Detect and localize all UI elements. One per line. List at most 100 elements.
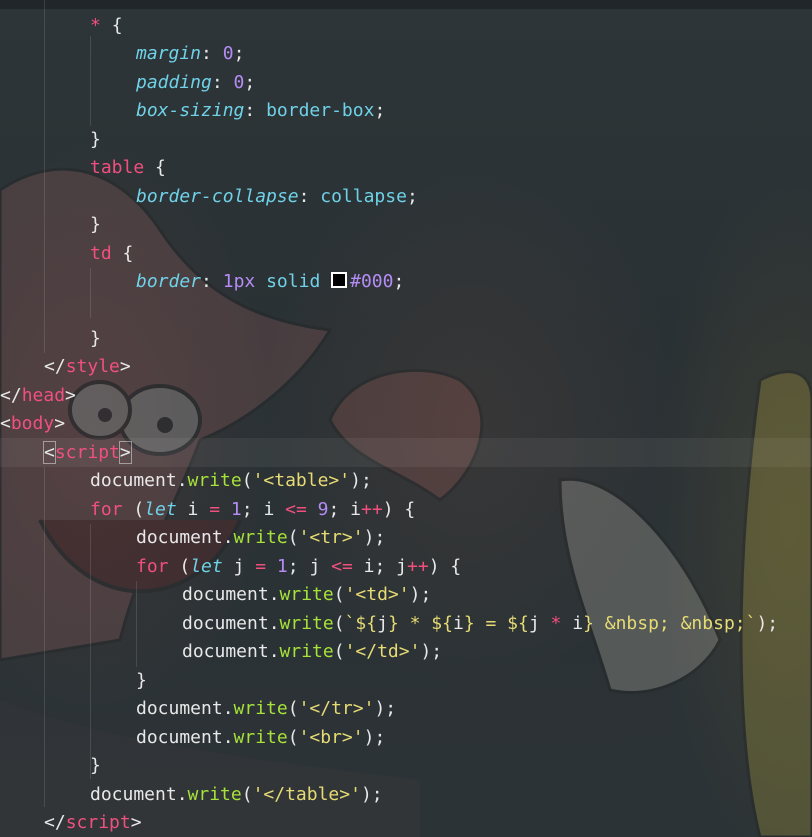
paren: ( (287, 727, 299, 748)
color-swatch-icon[interactable] (331, 272, 348, 288)
js-keyword-let: let (190, 556, 223, 577)
paren: ( (333, 584, 345, 605)
paren: ); (756, 613, 779, 634)
js-string: '</table>' (252, 784, 361, 805)
js-string: '<td>' (344, 584, 410, 605)
tag-open: </ (44, 356, 66, 377)
css-selector: table (90, 157, 145, 178)
text (307, 499, 318, 520)
tag-name: style (65, 356, 120, 377)
css-property: padding (136, 72, 212, 93)
code-line-24[interactable]: } (136, 667, 147, 695)
template-string: } &nbsp; &nbsp;` (583, 613, 757, 634)
css-selector: td (90, 243, 112, 264)
brace: } (90, 214, 101, 235)
brace: { (111, 15, 123, 36)
text: ; j (287, 556, 332, 577)
code-line-14[interactable]: </head> (0, 382, 76, 410)
dot: . (176, 470, 188, 491)
js-keyword: for (136, 556, 169, 577)
js-operator: ++ (361, 499, 383, 520)
js-function: write (233, 527, 288, 548)
paren: ); (350, 470, 372, 491)
js-string: '<tr>' (298, 527, 364, 548)
code-line-12[interactable]: } (90, 325, 101, 353)
js-object: document (182, 641, 269, 662)
code-line-28[interactable]: document.write('</table>'); (90, 781, 383, 809)
js-object: document (90, 470, 177, 491)
indent-guide (90, 268, 91, 318)
text: ; i (328, 499, 362, 520)
text: ( (168, 556, 191, 577)
code-line-3[interactable]: padding: 0; (136, 69, 255, 97)
js-string: '<table>' (252, 470, 351, 491)
js-function: write (279, 584, 334, 605)
code-line-19[interactable]: document.write('<tr>'); (136, 524, 385, 552)
code-line-27[interactable]: } (90, 752, 101, 780)
text: i; j (352, 556, 407, 577)
code-line-15[interactable]: <body> (0, 410, 65, 438)
text (266, 556, 277, 577)
brace: } (90, 755, 101, 776)
js-number: 9 (317, 499, 329, 520)
code-line-1[interactable]: * { (90, 12, 123, 40)
code-line-5[interactable]: } (90, 126, 101, 154)
template-expr: i (561, 613, 584, 634)
code-line-16[interactable]: <script> (43, 439, 132, 467)
code-line-7[interactable]: border-collapse: collapse; (136, 183, 418, 211)
paren: ( (287, 527, 299, 548)
text: i (176, 499, 210, 520)
template-expr: i (452, 613, 464, 634)
js-function: write (279, 641, 334, 662)
code-line-26[interactable]: document.write('<br>'); (136, 724, 385, 752)
brace: { (155, 157, 166, 178)
code-line-25[interactable]: document.write('</tr>'); (136, 695, 396, 723)
template-string: `${ (344, 613, 378, 634)
tag-open: < (43, 441, 56, 464)
semicolon: ; (393, 271, 405, 292)
js-keyword-let: let (144, 499, 177, 520)
tag-close: > (119, 356, 131, 377)
css-value: collapse (320, 186, 407, 207)
code-line-17[interactable]: document.write('<table>'); (90, 467, 372, 495)
indent-guide (44, 467, 45, 807)
dot: . (222, 698, 234, 719)
code-line-22[interactable]: document.write(`${j} * ${i} = ${j * i} &… (182, 610, 778, 638)
dot: . (176, 784, 188, 805)
colon: : (201, 43, 223, 64)
code-line-18[interactable]: for (let i = 1; i <= 9; i++) { (90, 496, 415, 524)
code-line-23[interactable]: document.write('</td>'); (182, 638, 442, 666)
css-number: 0 (222, 43, 234, 64)
js-keyword: for (90, 499, 123, 520)
tag-name: head (21, 385, 66, 406)
css-number: 0 (233, 72, 245, 93)
paren: ( (333, 613, 345, 634)
text: ( (122, 499, 145, 520)
template-string: } * ${ (387, 613, 453, 634)
js-number: 1 (276, 556, 288, 577)
code-line-9[interactable]: td { (90, 240, 133, 268)
code-line-2[interactable]: margin: 0; (136, 40, 244, 68)
code-editor[interactable]: * { margin: 0; padding: 0; box-sizing: b… (0, 0, 812, 837)
code-line-20[interactable]: for (let j = 1; j <= i; j++) { (136, 553, 461, 581)
code-line-21[interactable]: document.write('<td>'); (182, 581, 431, 609)
text (220, 499, 231, 520)
paren: ( (241, 470, 253, 491)
js-operator: <= (331, 556, 353, 577)
css-property: border (136, 271, 202, 292)
code-line-8[interactable]: } (90, 211, 101, 239)
css-value: border-box (266, 100, 375, 121)
js-object: document (136, 527, 223, 548)
tag-open: < (0, 413, 11, 434)
js-object: document (136, 727, 223, 748)
paren: ); (363, 727, 386, 748)
brace: { (122, 243, 134, 264)
code-line-6[interactable]: table { (90, 154, 166, 182)
text: j (222, 556, 256, 577)
indent-guide (90, 524, 91, 779)
code-line-4[interactable]: box-sizing: border-box; (136, 97, 385, 125)
code-line-29[interactable]: </script> (44, 809, 142, 837)
tag-close: > (54, 413, 66, 434)
code-line-13[interactable]: </style> (44, 353, 131, 381)
code-line-10[interactable]: border: 1px solid #000; (136, 268, 404, 296)
